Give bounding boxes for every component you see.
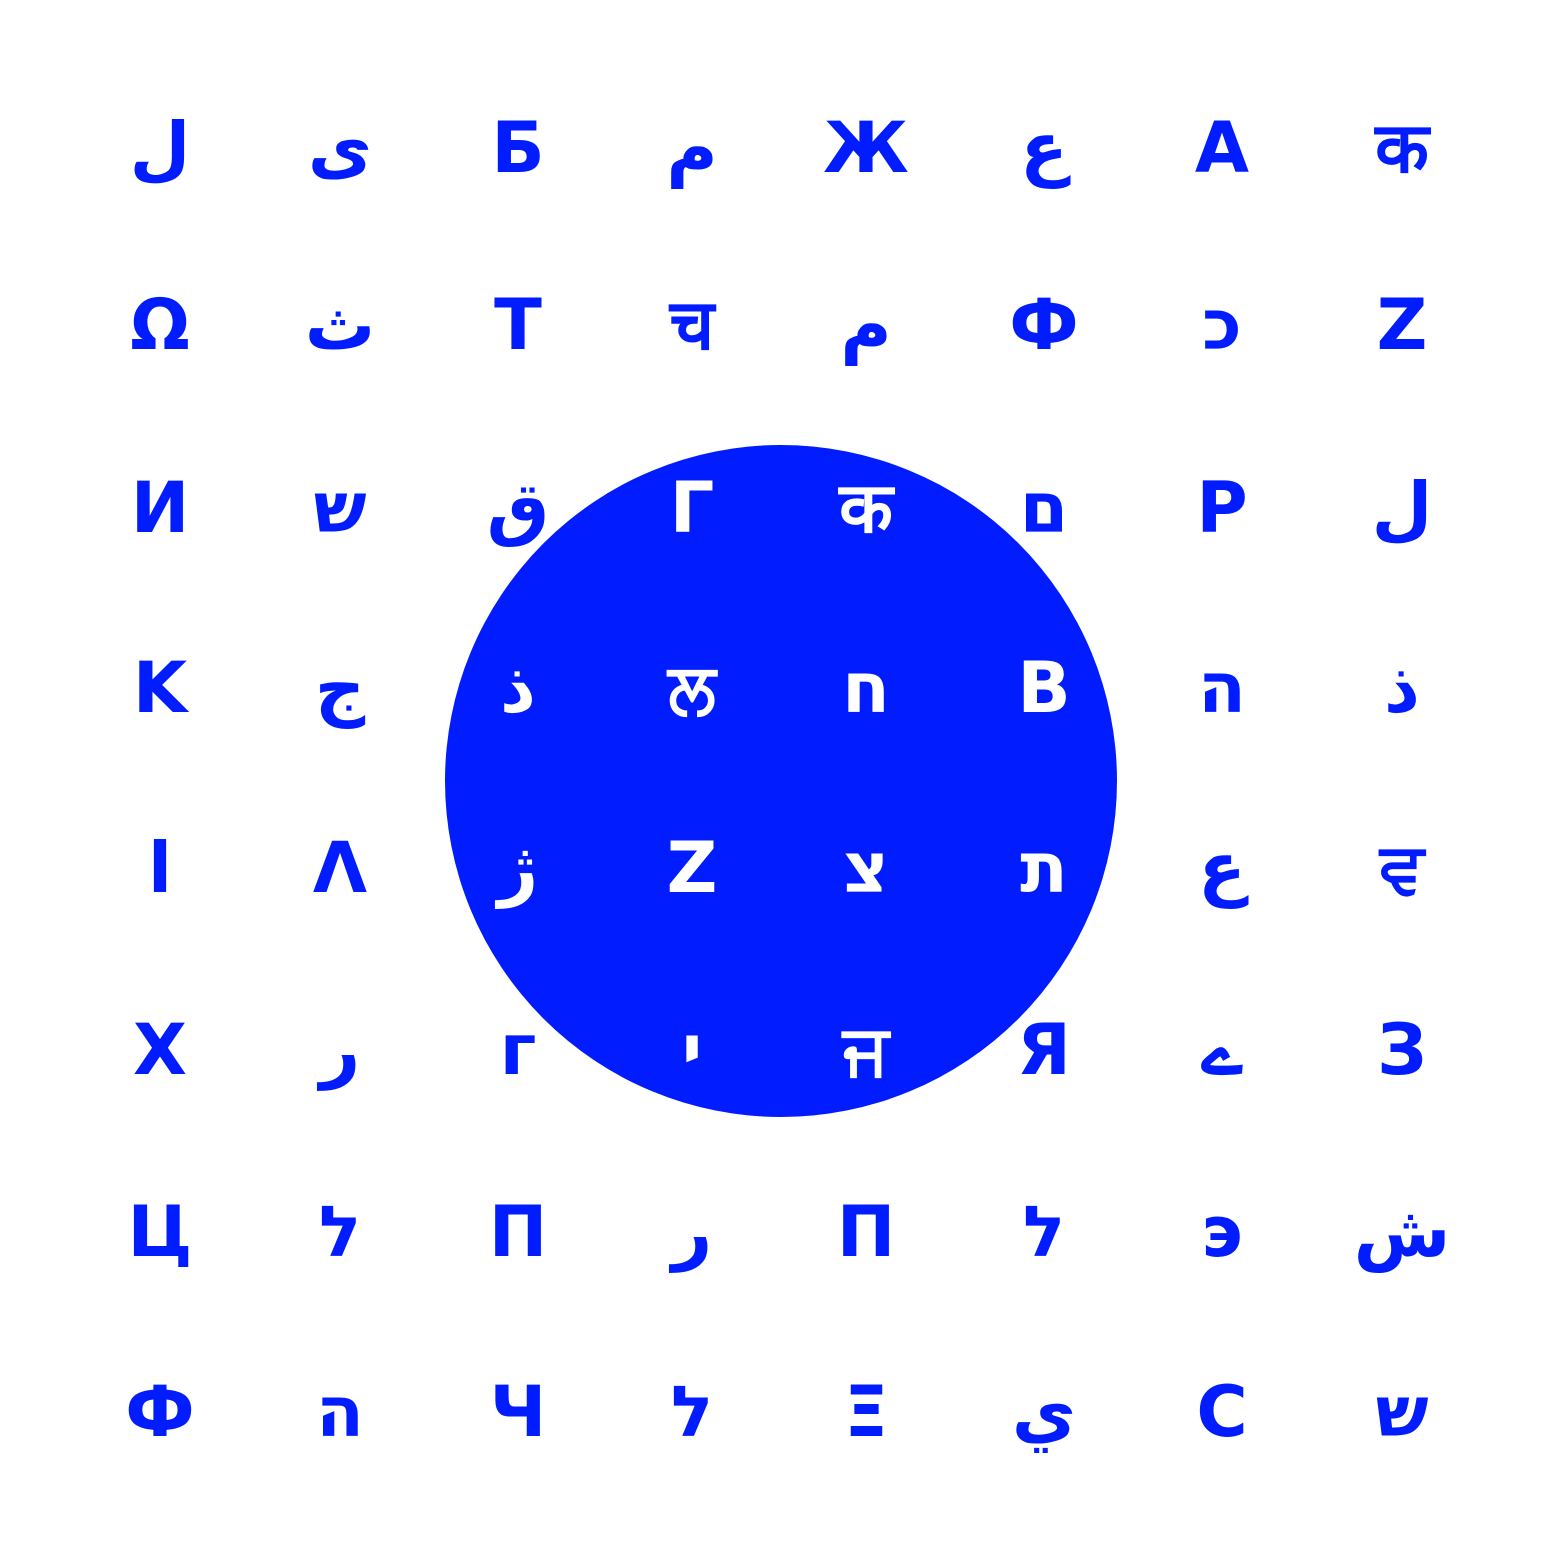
grid-glyph: ا xyxy=(148,827,172,909)
grid-glyph: ש xyxy=(1375,1371,1429,1453)
grid-glyph: Ф xyxy=(1009,284,1079,366)
grid-glyph: ر xyxy=(671,1191,713,1273)
grid-glyph: И xyxy=(130,467,190,549)
grid-glyph: ਲ xyxy=(668,647,716,729)
grid-glyph: П xyxy=(488,1191,548,1273)
grid-glyph: ל xyxy=(318,1191,362,1273)
grid-glyph: क xyxy=(839,467,893,549)
grid-glyph: K xyxy=(132,647,188,729)
grid-glyph: Ж xyxy=(823,107,909,189)
grid-glyph: ج xyxy=(314,647,366,729)
grid-glyph: م xyxy=(840,284,892,366)
grid-glyph: э xyxy=(1201,1191,1243,1273)
grid-glyph: З xyxy=(1377,1009,1427,1091)
grid-glyph: ਵ xyxy=(1380,827,1424,909)
grid-glyph: X xyxy=(133,1009,187,1091)
grid-glyph: ذ xyxy=(500,647,536,729)
grid-glyph: ي xyxy=(1011,1371,1077,1453)
grid-glyph: ژ xyxy=(497,827,539,909)
grid-glyph: Λ xyxy=(312,827,368,909)
grid-glyph: ل xyxy=(129,107,191,189)
grid-glyph: क xyxy=(1375,107,1429,189)
grid-glyph: ה xyxy=(315,1371,365,1453)
grid-glyph: ع xyxy=(1020,107,1068,189)
grid-glyph: Z xyxy=(1376,284,1428,366)
grid-glyph: C xyxy=(1196,1371,1248,1453)
grid-glyph: Ω xyxy=(130,284,190,366)
grid-glyph: ى xyxy=(307,107,373,189)
grid-glyph: ر xyxy=(319,1009,361,1091)
grid-glyph: B xyxy=(1017,647,1071,729)
grid-glyph: ق xyxy=(486,467,550,549)
grid-glyph: ח xyxy=(841,647,891,729)
grid-glyph: ל xyxy=(670,1371,714,1453)
grid-glyph: Ф xyxy=(125,1371,195,1453)
grid-glyph: ش xyxy=(1353,1191,1451,1273)
grid-glyph: Я xyxy=(1017,1009,1071,1091)
grid-glyph: ل xyxy=(1371,467,1433,549)
grid-glyph: Γ xyxy=(669,467,715,549)
grid-glyph: ع xyxy=(1198,827,1246,909)
glyph-grid-canvas: ل ى Б م Ж ع A क Ω ث T च م Ф כ Z И ש ق Γ क ם P ل K ج ذ ਲ ח B ה ذ ا Λ ژ Z צ ת ع ਵ… xyxy=(0,0,1563,1563)
grid-glyph: ਜ xyxy=(843,1009,889,1091)
grid-glyph: Ц xyxy=(127,1191,193,1273)
grid-glyph: ם xyxy=(1019,467,1069,549)
grid-glyph: ה xyxy=(1197,647,1247,729)
grid-glyph: ל xyxy=(1022,1191,1066,1273)
grid-glyph: ת xyxy=(1020,827,1068,909)
grid-glyph: П xyxy=(836,1191,896,1273)
grid-glyph: צ xyxy=(843,827,889,909)
grid-glyph: Ч xyxy=(489,1371,547,1453)
grid-glyph: A xyxy=(1194,107,1250,189)
grid-glyph: P xyxy=(1196,467,1248,549)
grid-glyph: כ xyxy=(1202,284,1242,366)
grid-glyph: च xyxy=(669,284,715,366)
grid-glyph: T xyxy=(494,284,542,366)
grid-glyph: ے xyxy=(1201,1009,1243,1091)
grid-glyph: ذ xyxy=(1384,647,1420,729)
grid-glyph: Ξ xyxy=(843,1371,889,1453)
grid-glyph: م xyxy=(666,107,718,189)
grid-glyph: г xyxy=(499,1009,537,1091)
grid-glyph: ש xyxy=(313,467,367,549)
grid-glyph: Б xyxy=(491,107,545,189)
grid-glyph: Z xyxy=(666,827,718,909)
grid-glyph: ث xyxy=(304,284,376,366)
grid-glyph: י xyxy=(681,1009,703,1091)
